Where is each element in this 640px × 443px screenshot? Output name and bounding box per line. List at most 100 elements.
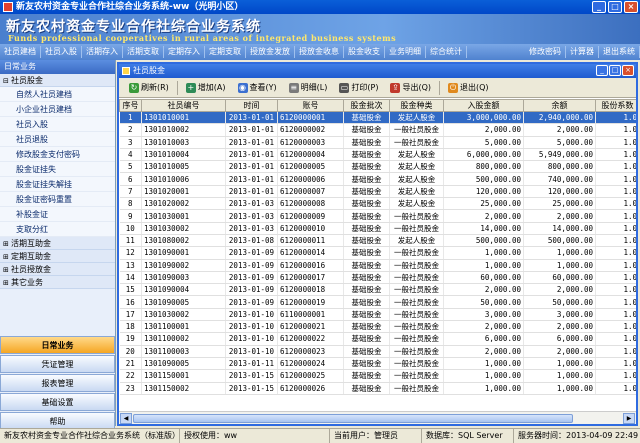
export-button[interactable]: ⇪ 导出(Q)	[384, 80, 437, 96]
sidebar-item-report-loss[interactable]: 股金证挂失	[0, 162, 115, 177]
table-row[interactable]: 20 1301100003 2013-01-10 6120000023 基础股金 一般社员…	[119, 345, 636, 358]
nav-button-voucher[interactable]: 凭证管理	[0, 355, 115, 373]
menu-item-exit[interactable]: 退出系统	[599, 46, 640, 58]
table-row[interactable]: 19 1301100002 2013-01-10 6120000022 基础股金 一般社员…	[119, 332, 636, 346]
column-header[interactable]: 余额	[523, 99, 596, 112]
sidebar-group-member-share[interactable]: ⊟ 社员股金	[0, 74, 115, 87]
table-row[interactable]: 5 1301010005 2013-01-01 6120000005 基础股金 发起人股金…	[119, 160, 636, 174]
panel-minimize-button[interactable]: _	[596, 65, 608, 76]
exit-button[interactable]: ⏻ 退出(Q)	[442, 80, 495, 96]
menu-item-business-detail[interactable]: 业务明细	[385, 46, 426, 58]
sidebar-item-change-pay-password[interactable]: 修改股金支付密码	[0, 147, 115, 162]
column-header[interactable]: 社员编号	[141, 99, 226, 112]
table-cell: 2013-01-08	[225, 234, 278, 248]
column-header[interactable]: 入股金额	[443, 99, 524, 112]
menu-item-loan-issue[interactable]: 授放金发放	[246, 46, 295, 58]
menu-item-statistics[interactable]: 综合统计	[426, 46, 467, 58]
table-cell: 6,000.00	[523, 332, 596, 346]
table-row[interactable]: 18 1301100001 2013-01-10 6120000021 基础股金 一般社员…	[119, 320, 636, 334]
scrollbar-thumb[interactable]	[133, 414, 573, 423]
sidebar-group-term[interactable]: ⊞ 定期互助金	[0, 250, 115, 263]
table-row[interactable]: 17 1301030002 2013-01-10 6110000001 基础股金 一般社员…	[119, 308, 636, 322]
sidebar-item-company-file[interactable]: 小企业社员建档	[0, 102, 115, 117]
table-cell: 17	[119, 308, 142, 322]
table-cell: 1301090005	[141, 357, 226, 371]
print-button[interactable]: ▭ 打印(P)	[333, 80, 384, 96]
table-row[interactable]: 16 1301090005 2013-01-09 6120000019 基础股金 一般社员…	[119, 295, 636, 309]
sidebar-item-person-file[interactable]: 自然人社员建档	[0, 87, 115, 102]
column-header[interactable]: 时间	[225, 99, 278, 112]
table-cell: 基础股金	[343, 123, 390, 137]
nav-button-daily[interactable]: 日常业务	[0, 336, 115, 354]
menu-item-member-file[interactable]: 社员建档	[0, 46, 41, 58]
menu-item-term-deposit[interactable]: 定期存入	[164, 46, 205, 58]
table-row[interactable]: 4 1301010004 2013-01-01 6120000004 基础股金 发起人股金…	[119, 148, 636, 162]
table-cell: 1.0	[595, 209, 636, 223]
nav-button-settings[interactable]: 基础设置	[0, 393, 115, 411]
scroll-left-icon[interactable]: ◀	[120, 413, 132, 424]
column-header[interactable]: 股份系数	[595, 99, 636, 112]
menu-item-member-share[interactable]: 社员入股	[41, 46, 82, 58]
table-row[interactable]: 9 1301030001 2013-01-03 6120000009 基础股金 一般社员股…	[119, 209, 636, 223]
menu-item-term-withdraw[interactable]: 定期支取	[205, 46, 246, 58]
menu-item-demand-withdraw[interactable]: 活期支取	[123, 46, 164, 58]
sidebar-group-loan[interactable]: ⊞ 社员授放金	[0, 263, 115, 276]
table-row[interactable]: 7 1301020001 2013-01-01 6120000007 基础股金 发起人股金…	[119, 185, 636, 199]
table-row[interactable]: 6 1301010006 2013-01-01 6120000006 基础股金 发起人股金…	[119, 172, 636, 186]
sidebar-item-withdraw-dividend[interactable]: 支取分红	[0, 222, 115, 237]
table-row[interactable]: 23 1301150002 2013-01-15 6120000026 基础股金 一般社员…	[119, 382, 636, 395]
table-row[interactable]: 22 1301150001 2013-01-15 6120000025 基础股金 一般社员…	[119, 369, 636, 383]
menu-item-change-password[interactable]: 修改密码	[525, 46, 566, 58]
horizontal-scrollbar[interactable]: ◀ ▶	[119, 411, 636, 424]
table-cell: 一般社员股金	[389, 271, 444, 285]
table-cell: 1301010002	[141, 123, 226, 137]
column-header[interactable]: 股金种类	[389, 99, 444, 112]
minimize-button[interactable]: _	[592, 1, 606, 13]
menu-item-demand-deposit[interactable]: 活期存入	[82, 46, 123, 58]
sidebar-item-quit-share[interactable]: 社员退股	[0, 132, 115, 147]
status-system: 新友农村资金专业合作社综合业务系统（标准版）	[0, 429, 180, 443]
view-button[interactable]: ◉ 查看(Y)	[232, 80, 283, 96]
sidebar-item-join-share[interactable]: 社员入股	[0, 117, 115, 132]
nav-button-report[interactable]: 报表管理	[0, 374, 115, 392]
detail-button[interactable]: ≡ 明细(L)	[283, 80, 334, 96]
sidebar-item-reissue-cert[interactable]: 补股金证	[0, 207, 115, 222]
column-header[interactable]: 账号	[277, 99, 344, 112]
table-cell: 1.0	[595, 283, 636, 297]
table-row[interactable]: 21 1301090005 2013-01-11 6120000024 基础股金 一般社员…	[119, 357, 636, 371]
table-row[interactable]: 2 1301010002 2013-01-01 6120000002 基础股金 一般社员股…	[119, 123, 636, 137]
close-button[interactable]: ×	[624, 1, 638, 13]
window-title: 新友农村资金专业合作社综合业务系统-ww（光明小区）	[16, 2, 244, 12]
table-row[interactable]: 3 1301010003 2013-01-01 6120000003 基础股金 一般社员股…	[119, 136, 636, 149]
sidebar-group-demand[interactable]: ⊞ 活期互助金	[0, 237, 115, 250]
table-row[interactable]: 15 1301090004 2013-01-09 6120000018 基础股金 一般社员…	[119, 283, 636, 297]
menu-item-share-income[interactable]: 股金收支	[344, 46, 385, 58]
refresh-button[interactable]: ↻ 刷新(R)	[123, 80, 175, 96]
table-row[interactable]: 14 1301090003 2013-01-09 6120000017 基础股金 一般社员…	[119, 271, 636, 285]
column-header[interactable]: 股金批次	[343, 99, 390, 112]
table-cell: 19	[119, 332, 142, 346]
table-row[interactable]: 1 1301010001 2013-01-01 6120000001 基础股金 发起人股金…	[119, 111, 636, 125]
table-cell: 20	[119, 345, 142, 358]
table-cell: 1.0	[595, 271, 636, 285]
sidebar-group-other[interactable]: ⊞ 其它业务	[0, 276, 115, 289]
panel-close-button[interactable]: ×	[622, 65, 634, 76]
table-cell: 1301100003	[141, 345, 226, 358]
sidebar-item-reset-password[interactable]: 股金证密码重置	[0, 192, 115, 207]
menu-item-loan-interest[interactable]: 授放金收息	[295, 46, 344, 58]
table-row[interactable]: 13 1301090002 2013-01-09 6120000016 基础股金 一般社员…	[119, 259, 636, 272]
table-row[interactable]: 12 1301090001 2013-01-09 6120000014 基础股金 一般社员…	[119, 246, 636, 260]
table-row[interactable]: 11 1301080002 2013-01-08 6120000011 基础股金 发起人股…	[119, 234, 636, 248]
maximize-button[interactable]: □	[608, 1, 622, 13]
add-button[interactable]: + 增加(A)	[180, 80, 232, 96]
table-row[interactable]: 8 1301020002 2013-01-03 6120000008 基础股金 发起人股金…	[119, 197, 636, 211]
menu-item-calculator[interactable]: 计算器	[566, 46, 599, 58]
scroll-right-icon[interactable]: ▶	[623, 413, 635, 424]
sidebar-item-unfreeze-loss[interactable]: 股金证挂失解挂	[0, 177, 115, 192]
banner-title-en: Funds professional cooperatives in rural…	[8, 33, 397, 43]
column-header[interactable]: 序号	[119, 99, 142, 112]
panel-maximize-button[interactable]: □	[609, 65, 621, 76]
table-cell: 1.0	[595, 148, 636, 162]
table-row[interactable]: 10 1301030002 2013-01-03 6120000010 基础股金 一般社员…	[119, 222, 636, 235]
table-cell: 6120000014	[277, 246, 344, 260]
